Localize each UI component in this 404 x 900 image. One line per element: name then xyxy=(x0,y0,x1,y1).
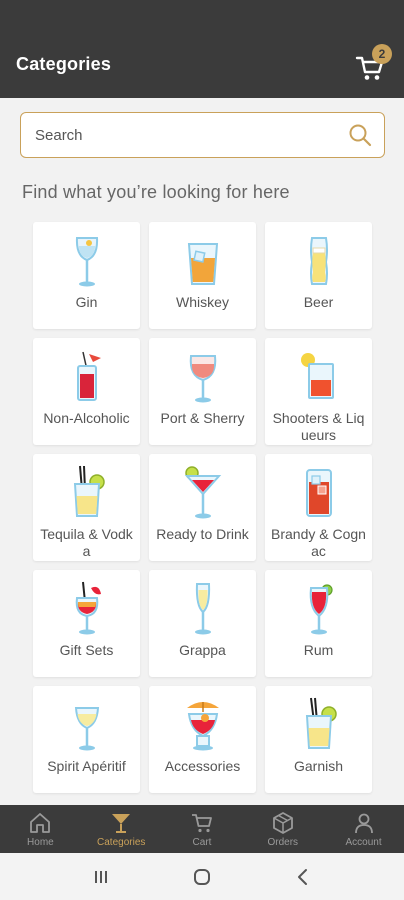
category-label: Grappa xyxy=(179,642,226,658)
non-alcoholic-drink-icon xyxy=(65,348,109,406)
category-label: Gin xyxy=(75,294,98,310)
app-header: Categories 2 xyxy=(0,30,404,98)
system-nav-bar xyxy=(0,853,404,900)
category-tile-accessories[interactable]: Accessories xyxy=(149,686,256,793)
whiskey-glass-icon xyxy=(181,232,225,290)
category-grid: Gin Whiskey Beer Non-Alcoholic Port & Sh… xyxy=(33,222,373,793)
category-tile-rum[interactable]: Rum xyxy=(265,570,372,677)
nav-label: Cart xyxy=(192,836,212,848)
beer-glass-icon xyxy=(297,232,341,290)
category-tile-tequila-vodka[interactable]: Tequila & Vodka xyxy=(33,454,140,561)
category-tile-brandy-cognac[interactable]: Brandy & Cognac xyxy=(265,454,372,561)
category-tile-grappa[interactable]: Grappa xyxy=(149,570,256,677)
category-label: Accessories xyxy=(164,758,241,774)
category-label: Tequila & Vodka xyxy=(40,526,133,559)
nav-label: Home xyxy=(27,836,54,848)
shooter-glass-icon xyxy=(297,348,341,406)
aperitif-glass-icon xyxy=(65,696,109,754)
page-title: Categories xyxy=(16,53,112,74)
cart-count-badge: 2 xyxy=(372,44,392,64)
nav-orders[interactable]: Orders xyxy=(242,805,323,853)
tequila-glass-icon xyxy=(65,464,109,522)
category-label: Gift Sets xyxy=(59,642,114,658)
category-tile-gin[interactable]: Gin xyxy=(33,222,140,329)
nav-categories[interactable]: Categories xyxy=(81,805,162,853)
category-label: Brandy & Cognac xyxy=(271,526,366,559)
category-label: Shooters & Liqueurs xyxy=(272,410,365,443)
nav-label: Categories xyxy=(97,836,146,848)
category-label: Garnish xyxy=(293,758,344,774)
search-bar xyxy=(20,112,385,158)
category-tile-shooters[interactable]: Shooters & Liqueurs xyxy=(265,338,372,445)
category-label: Spirit Apéritif xyxy=(47,758,126,774)
nav-label: Orders xyxy=(267,836,299,848)
section-subtitle: Find what you’re looking for here xyxy=(22,182,290,202)
category-tile-ready-to-drink[interactable]: Ready to Drink xyxy=(149,454,256,561)
home-icon xyxy=(30,812,51,833)
nav-cart[interactable]: Cart xyxy=(162,805,243,853)
bottom-nav: Home Categories Cart Orders Account xyxy=(0,805,404,853)
nav-home[interactable]: Home xyxy=(0,805,81,853)
category-tile-garnish[interactable]: Garnish xyxy=(265,686,372,793)
category-tile-beer[interactable]: Beer xyxy=(265,222,372,329)
header-cart-button[interactable]: 2 xyxy=(352,44,392,82)
garnish-glass-icon xyxy=(297,696,341,754)
status-bar xyxy=(0,0,404,30)
gin-glass-icon xyxy=(65,232,109,290)
category-label: Non-Alcoholic xyxy=(43,410,130,426)
nav-account[interactable]: Account xyxy=(323,805,404,853)
category-label: Port & Sherry xyxy=(160,410,245,426)
box-icon xyxy=(272,811,293,834)
champagne-flute-icon xyxy=(181,580,225,638)
gift-cocktail-icon xyxy=(65,580,109,638)
search-input[interactable] xyxy=(35,126,348,144)
category-label: Whiskey xyxy=(176,294,229,310)
recent-apps-icon[interactable] xyxy=(91,867,111,887)
accessories-cocktail-icon xyxy=(181,696,225,754)
home-button-icon[interactable] xyxy=(192,867,212,887)
category-label: Rum xyxy=(303,642,334,658)
rum-cocktail-icon xyxy=(297,580,341,638)
category-tile-port-sherry[interactable]: Port & Sherry xyxy=(149,338,256,445)
port-wine-glass-icon xyxy=(181,348,225,406)
category-tile-non-alcoholic[interactable]: Non-Alcoholic xyxy=(33,338,140,445)
back-icon[interactable] xyxy=(293,867,313,887)
category-label: Beer xyxy=(303,294,334,310)
nav-label: Account xyxy=(345,836,382,848)
cart-icon xyxy=(191,813,212,832)
category-label: Ready to Drink xyxy=(156,526,249,542)
cocktail-glass-icon xyxy=(181,464,225,522)
search-icon[interactable] xyxy=(348,123,372,147)
category-tile-whiskey[interactable]: Whiskey xyxy=(149,222,256,329)
cocktail-icon xyxy=(112,813,131,833)
category-tile-gift-sets[interactable]: Gift Sets xyxy=(33,570,140,677)
category-tile-spirit-aperitif[interactable]: Spirit Apéritif xyxy=(33,686,140,793)
user-icon xyxy=(354,813,373,833)
brandy-glass-icon xyxy=(297,464,341,522)
